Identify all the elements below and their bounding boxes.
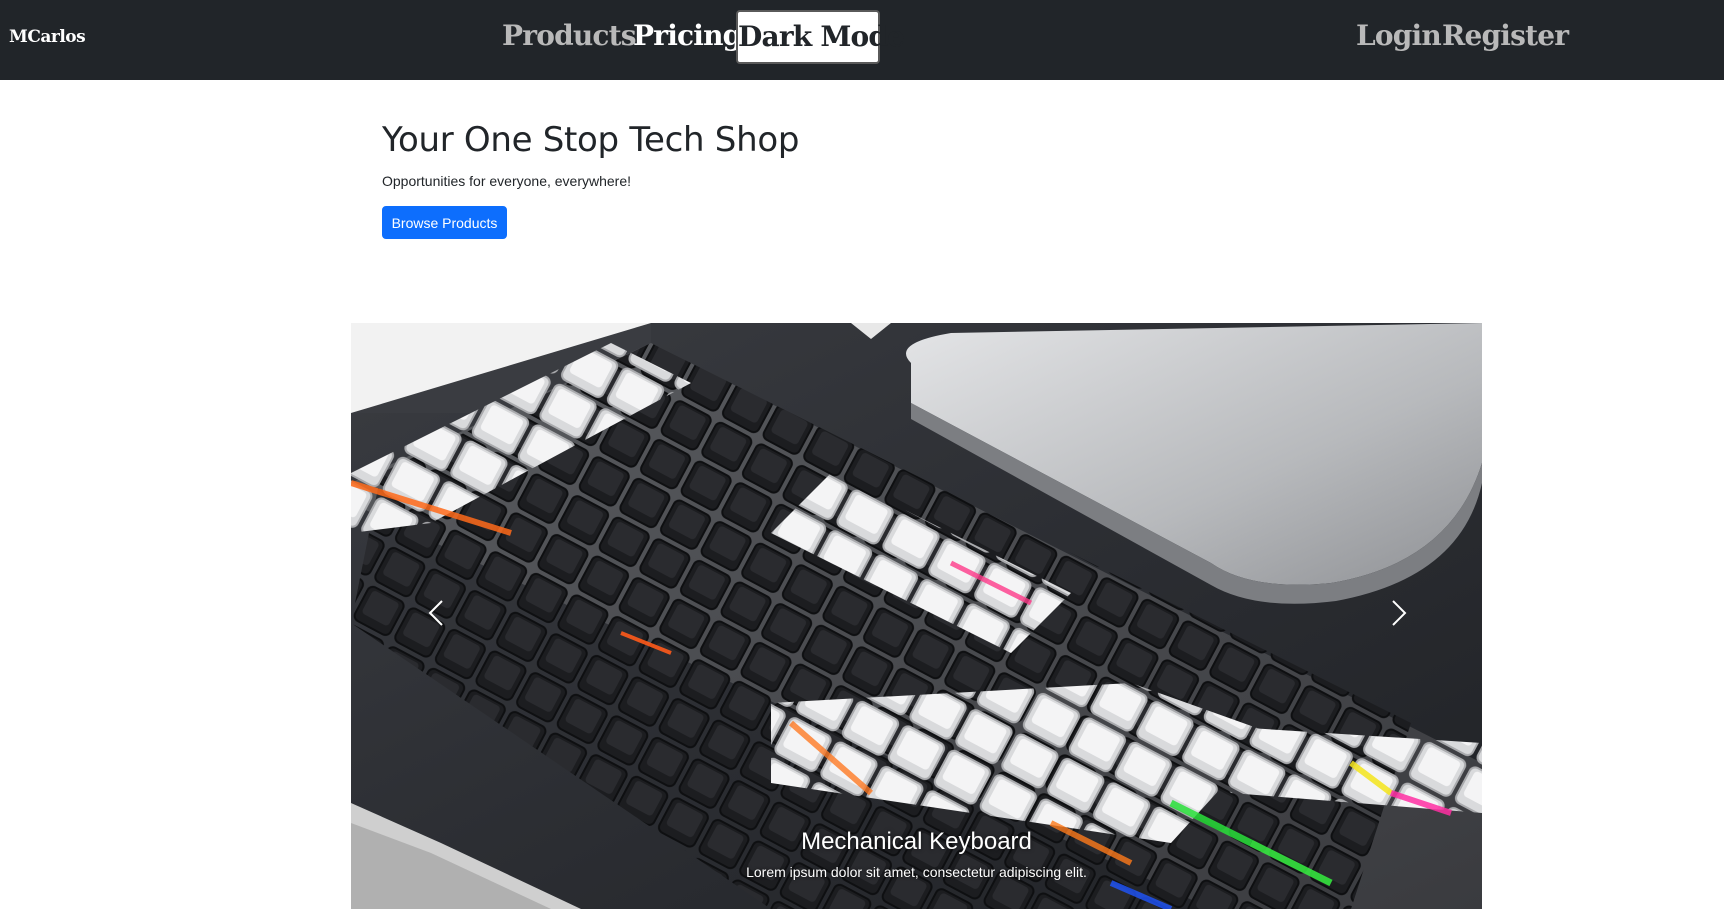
- nav-register-link[interactable]: Register: [1442, 18, 1569, 54]
- product-carousel: Mechanical Keyboard Lorem ipsum dolor si…: [351, 323, 1482, 909]
- chevron-right-icon: [1392, 600, 1407, 626]
- carousel-caption-text: Lorem ipsum dolor sit amet, consectetur …: [746, 864, 1087, 880]
- nav-pricing-link[interactable]: Pricing: [633, 18, 742, 54]
- carousel-caption-title: Mechanical Keyboard: [801, 828, 1032, 855]
- nav-products-link[interactable]: Products: [502, 18, 637, 54]
- mechanical-keyboard-image: [351, 323, 1482, 909]
- carousel-prev-button[interactable]: [406, 583, 466, 643]
- carousel-next-button[interactable]: [1369, 583, 1429, 643]
- chevron-left-icon: [428, 600, 443, 626]
- dark-mode-button[interactable]: Dark Mode: [736, 10, 905, 64]
- carousel-caption: Mechanical Keyboard Lorem ipsum dolor si…: [351, 828, 1482, 880]
- browse-products-button[interactable]: Browse Products: [382, 206, 507, 239]
- hero-subtitle: Opportunities for everyone, everywhere!: [382, 173, 632, 189]
- brand-logo[interactable]: MCarlos: [9, 27, 86, 47]
- top-navbar: MCarlos Products Pricing Dark Mode Login…: [0, 0, 1724, 80]
- nav-login-link[interactable]: Login: [1356, 18, 1442, 54]
- hero-title: Your One Stop Tech Shop: [382, 120, 800, 160]
